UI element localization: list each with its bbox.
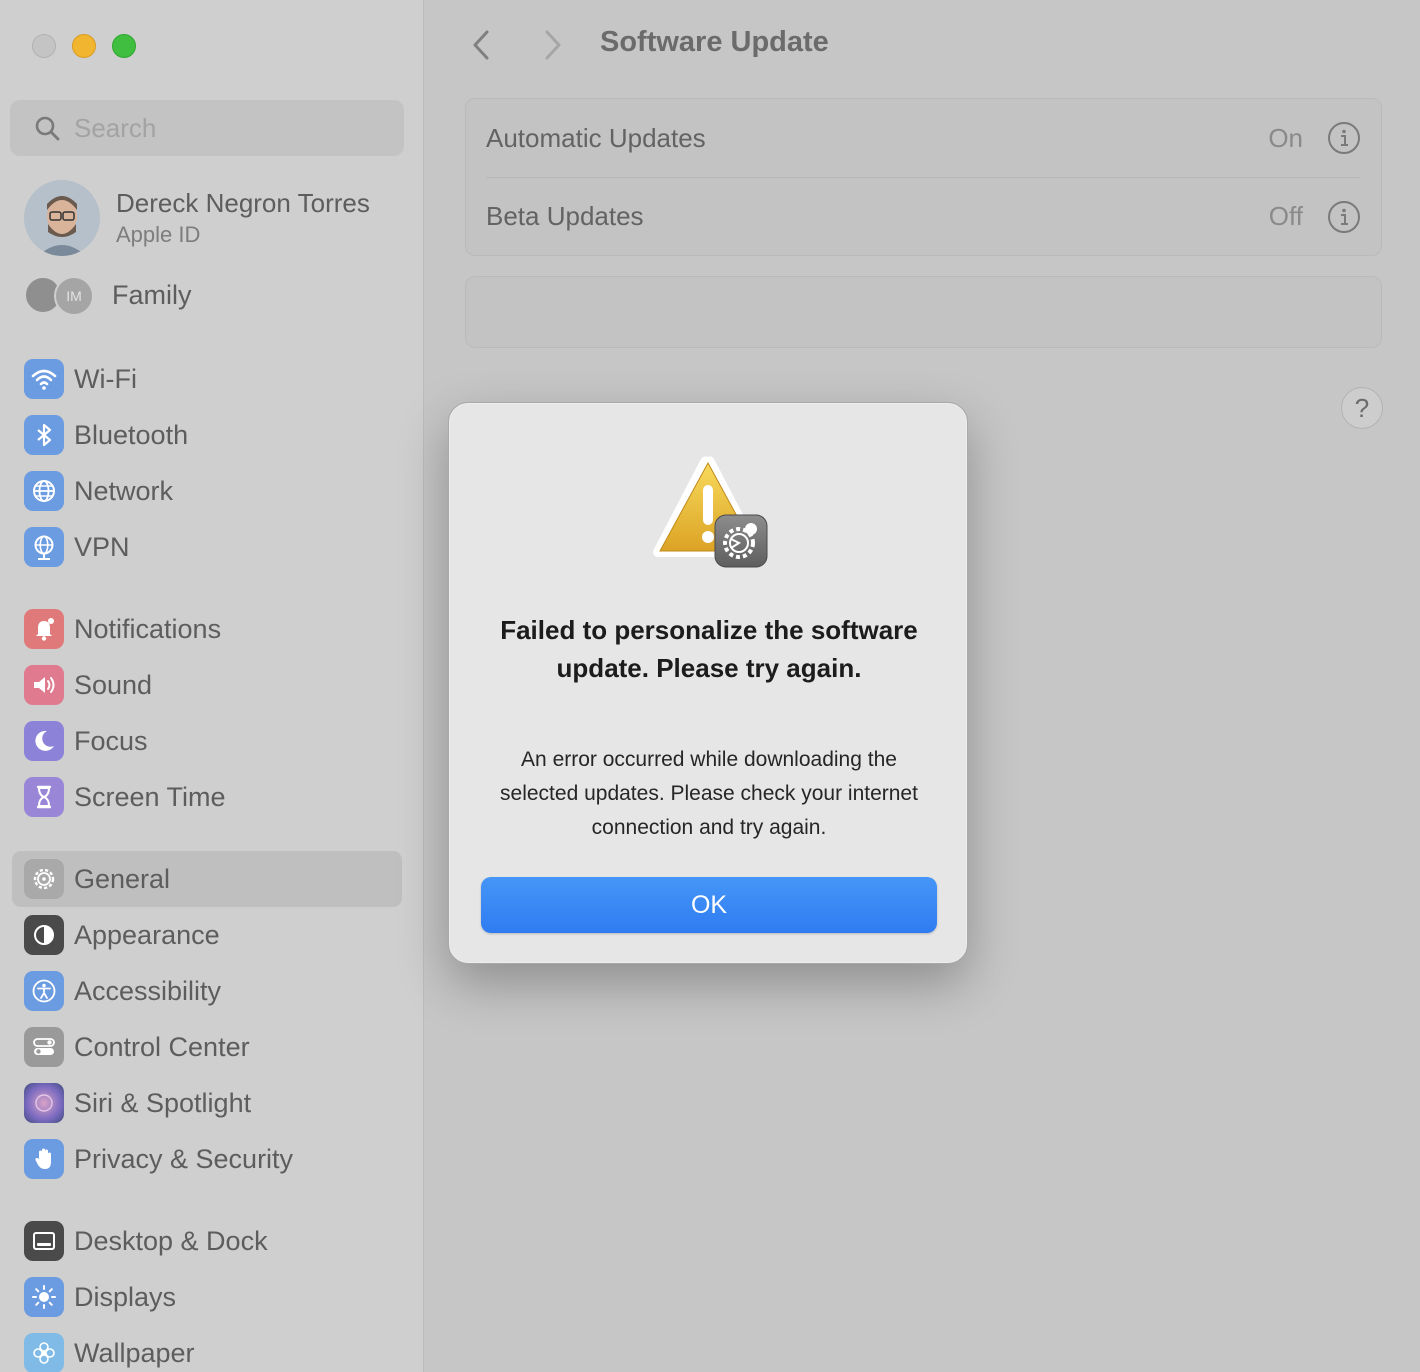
- hourglass-icon: [24, 777, 64, 817]
- sidebar-item-network[interactable]: Network: [12, 463, 402, 519]
- minimize-window-button[interactable]: [72, 34, 96, 58]
- row-label: Automatic Updates: [486, 122, 706, 153]
- beta-updates-row[interactable]: Beta Updates Off: [486, 177, 1361, 255]
- siri-icon: [24, 1083, 64, 1123]
- update-settings-group: Automatic Updates On Beta Updates Off: [465, 98, 1382, 256]
- maximize-window-button[interactable]: [112, 34, 136, 58]
- sidebar-item-label: Control Center: [74, 1031, 250, 1062]
- ok-button[interactable]: OK: [481, 877, 937, 933]
- sidebar-item-screen-time[interactable]: Screen Time: [12, 769, 402, 825]
- sidebar-item-label: Wallpaper: [74, 1337, 195, 1368]
- row-label: Beta Updates: [486, 201, 644, 231]
- sidebar-item-siri-spotlight[interactable]: Siri & Spotlight: [12, 1075, 402, 1131]
- sidebar-item-label: Wi-Fi: [74, 363, 137, 394]
- hand-icon: [24, 1139, 64, 1179]
- flower-icon: [24, 1333, 64, 1372]
- search-input[interactable]: [74, 112, 374, 144]
- sidebar-item-label: Network: [74, 475, 174, 506]
- sidebar-item-label: Bluetooth: [74, 419, 189, 450]
- dialog-message: An error occurred while downloading the …: [500, 748, 918, 839]
- update-status-panel: [465, 276, 1382, 348]
- sidebar-item-label: VPN: [74, 531, 130, 562]
- dock-icon: [24, 1221, 64, 1261]
- sidebar-item-accessibility[interactable]: Accessibility: [12, 963, 402, 1019]
- gear-icon: [24, 859, 64, 899]
- vpn-globe-icon: [24, 527, 64, 567]
- back-button[interactable]: [467, 28, 497, 62]
- appearance-icon: [24, 915, 64, 955]
- sidebar: Dereck Negron Torres Apple ID IM Family …: [0, 0, 424, 1372]
- sidebar-item-notifications[interactable]: Notifications: [12, 601, 402, 657]
- sidebar-item-wallpaper[interactable]: Wallpaper: [12, 1325, 402, 1372]
- family-member-initials: IM: [54, 276, 94, 316]
- family-item[interactable]: IM Family: [24, 274, 192, 316]
- sidebar-item-privacy-security[interactable]: Privacy & Security: [12, 1131, 402, 1187]
- search-field[interactable]: [10, 100, 404, 156]
- row-value: Off: [1268, 201, 1303, 231]
- dialog-title: Failed to personalize the software updat…: [500, 615, 918, 683]
- sidebar-item-displays[interactable]: Displays: [12, 1269, 402, 1325]
- sidebar-item-label: Desktop & Dock: [74, 1225, 268, 1256]
- info-icon[interactable]: [1327, 121, 1361, 155]
- sidebar-item-wifi[interactable]: Wi-Fi: [12, 351, 402, 407]
- speaker-icon: [24, 665, 64, 705]
- profile-subtitle: Apple ID: [116, 222, 201, 247]
- sidebar-item-label: Siri & Spotlight: [74, 1087, 252, 1118]
- profile-name: Dereck Negron Torres: [116, 188, 370, 218]
- avatar: [24, 180, 100, 256]
- sidebar-item-label: Notifications: [74, 613, 222, 644]
- sidebar-item-label: Appearance: [74, 919, 220, 950]
- sidebar-item-label: Sound: [74, 669, 153, 700]
- sun-icon: [24, 1277, 64, 1317]
- row-value: On: [1268, 122, 1303, 153]
- page-title: Software Update: [600, 26, 829, 58]
- error-dialog: Failed to personalize the software updat…: [448, 402, 968, 964]
- sidebar-item-label: Screen Time: [74, 781, 226, 812]
- sidebar-item-label: Displays: [74, 1281, 177, 1312]
- sidebar-item-sound[interactable]: Sound: [12, 657, 402, 713]
- switches-icon: [24, 1027, 64, 1067]
- moon-icon: [24, 721, 64, 761]
- sidebar-item-label: Privacy & Security: [74, 1143, 294, 1174]
- sidebar-item-focus[interactable]: Focus: [12, 713, 402, 769]
- family-avatars: IM: [24, 274, 96, 316]
- globe-icon: [24, 471, 64, 511]
- sidebar-item-general[interactable]: General: [12, 851, 402, 907]
- info-icon[interactable]: [1327, 200, 1361, 234]
- sidebar-item-control-center[interactable]: Control Center: [12, 1019, 402, 1075]
- sidebar-item-bluetooth[interactable]: Bluetooth: [12, 407, 402, 463]
- sidebar-item-vpn[interactable]: VPN: [12, 519, 402, 575]
- apple-id-profile[interactable]: Dereck Negron Torres Apple ID: [24, 180, 370, 256]
- forward-button[interactable]: [537, 28, 567, 62]
- sidebar-item-desktop-dock[interactable]: Desktop & Dock: [12, 1213, 402, 1269]
- wifi-icon: [24, 359, 64, 399]
- bell-icon: [24, 609, 64, 649]
- sidebar-item-label: Accessibility: [74, 975, 222, 1006]
- help-button[interactable]: ?: [1341, 387, 1383, 429]
- family-label: Family: [112, 279, 192, 310]
- warning-icon: [653, 456, 768, 568]
- sidebar-item-label: Focus: [74, 725, 148, 756]
- automatic-updates-row[interactable]: Automatic Updates On: [486, 99, 1361, 177]
- bluetooth-icon: [24, 415, 64, 455]
- close-window-button[interactable]: [32, 34, 56, 58]
- sidebar-item-label: General: [74, 863, 171, 894]
- accessibility-icon: [24, 971, 64, 1011]
- sidebar-item-appearance[interactable]: Appearance: [12, 907, 402, 963]
- search-icon: [35, 116, 60, 141]
